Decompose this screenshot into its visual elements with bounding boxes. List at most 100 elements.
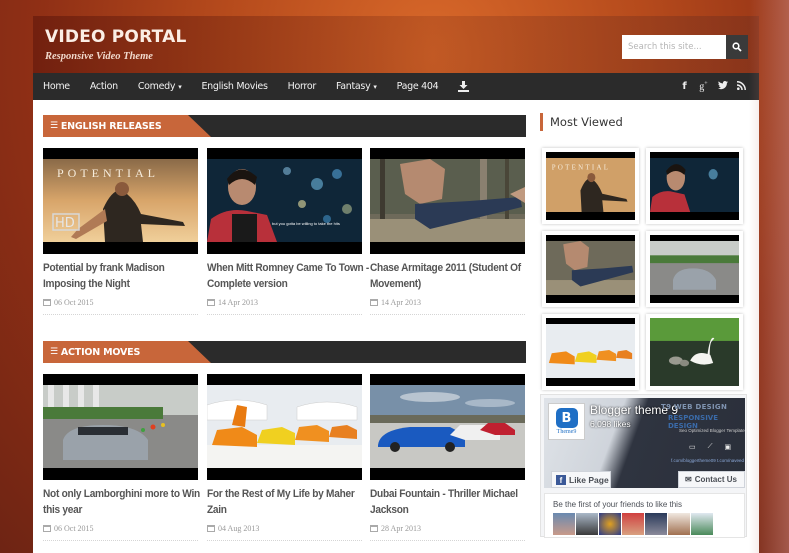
most-viewed-item[interactable]: POTENTIAL xyxy=(542,148,639,224)
friend-avatars xyxy=(553,513,713,535)
post-title[interactable]: Chase Armitage 2011 (Student Of Movement) xyxy=(370,261,521,292)
facebook-icon[interactable]: f xyxy=(675,81,694,92)
post-thumbnail[interactable] xyxy=(43,374,198,480)
post-thumbnail[interactable]: POTENTIAL HD xyxy=(43,148,198,254)
nav-item-page-404[interactable]: Page 404 xyxy=(387,73,449,100)
section-header-english-releases: ☰ ENGLISH RELEASES xyxy=(43,115,526,137)
section-tab[interactable]: ☰ ACTION MOVES xyxy=(43,341,211,363)
avatar[interactable] xyxy=(553,513,575,535)
search-input[interactable] xyxy=(622,35,726,59)
blogger-icon: B xyxy=(555,408,578,428)
rss-icon[interactable] xyxy=(732,80,751,93)
avatar[interactable] xyxy=(599,513,621,535)
divider xyxy=(43,540,198,541)
most-viewed-item[interactable] xyxy=(646,231,743,307)
thumb-lambo-road xyxy=(650,241,739,295)
calendar-icon xyxy=(43,524,51,532)
divider xyxy=(370,314,525,315)
thumb-potential: POTENTIAL xyxy=(546,158,635,212)
most-viewed-title: Most Viewed xyxy=(540,113,623,131)
post-date: 06 Oct 2015 xyxy=(43,296,198,308)
post-date: 04 Aug 2013 xyxy=(207,522,362,534)
thumb-potential: POTENTIAL HD xyxy=(43,159,198,242)
avatar[interactable] xyxy=(576,513,598,535)
thumb-lambo-hangar xyxy=(207,385,362,468)
thumb-chase xyxy=(546,241,635,295)
facebook-cover[interactable]: B Theme9 Blogger theme 9 6,098 likes T9 … xyxy=(544,398,745,488)
post-title[interactable]: Dubai Fountain - Thriller Michael Jackson xyxy=(370,487,518,518)
thumb-blue-car xyxy=(370,385,525,468)
post-title[interactable]: Not only Lamborghini more to Win this yea… xyxy=(43,487,200,518)
site-title[interactable]: VIDEO PORTAL xyxy=(45,27,186,47)
calendar-icon xyxy=(370,524,378,532)
post-thumbnail[interactable]: but you gotta be willing to take the hit… xyxy=(207,148,362,254)
divider xyxy=(43,314,198,315)
envelope-icon: ✉ xyxy=(685,475,692,484)
cover-tagline: Seo Optimized Blogger Template xyxy=(679,428,745,433)
avatar[interactable] xyxy=(622,513,644,535)
svg-text:POTENTIAL: POTENTIAL xyxy=(552,162,611,172)
section-header-action-moves: ☰ ACTION MOVES xyxy=(43,341,526,363)
cover-icons: ▭ ⟋ ▣ xyxy=(689,443,731,451)
like-page-button[interactable]: f Like Page xyxy=(551,471,611,488)
nav-item-comedy[interactable]: Comedy ▾ xyxy=(128,73,192,100)
post-date: 14 Apr 2013 xyxy=(207,296,362,308)
nav-item-action[interactable]: Action xyxy=(80,73,128,100)
friends-text: Be the first of your friends to like thi… xyxy=(553,500,682,509)
post-thumbnail[interactable] xyxy=(370,374,525,480)
nav-item-english-movies[interactable]: English Movies xyxy=(191,73,277,100)
google-plus-icon[interactable]: g+ xyxy=(694,81,713,92)
facebook-friends-box: Be the first of your friends to like thi… xyxy=(544,493,745,538)
image-icon: ▣ xyxy=(724,444,732,451)
list-icon: ☰ xyxy=(50,121,58,131)
most-viewed-item[interactable] xyxy=(542,314,639,390)
avatar[interactable] xyxy=(668,513,690,535)
monitor-icon: ▭ xyxy=(689,444,696,451)
post-date: 06 Oct 2015 xyxy=(43,522,198,534)
divider xyxy=(370,540,525,541)
thumb-lambo-road xyxy=(43,385,198,468)
post-date: 28 Apr 2013 xyxy=(370,522,525,534)
post-card: POTENTIAL HD Potential by frank Madison I… xyxy=(43,148,198,315)
most-viewed-item[interactable] xyxy=(542,231,639,307)
section-tab[interactable]: ☰ ENGLISH RELEASES xyxy=(43,115,211,137)
facebook-like-count: 6,098 likes xyxy=(590,419,631,429)
calendar-icon xyxy=(43,298,51,306)
twitter-icon[interactable] xyxy=(713,80,732,93)
post-thumbnail[interactable] xyxy=(207,374,362,480)
post-title[interactable]: Potential by frank Madison Imposing the N… xyxy=(43,261,186,292)
post-title[interactable]: For the Rest of My Life by Maher Zain xyxy=(207,487,355,518)
most-viewed-item[interactable] xyxy=(646,314,743,390)
post-card: Dubai Fountain - Thriller Michael Jackson… xyxy=(370,374,525,541)
nav-item-horror[interactable]: Horror xyxy=(278,73,326,100)
search-form xyxy=(622,35,748,59)
nav-item-fantasy[interactable]: Fantasy ▾ xyxy=(326,73,387,100)
divider xyxy=(207,314,362,315)
list-icon: ☰ xyxy=(50,347,58,357)
svg-text:POTENTIAL: POTENTIAL xyxy=(57,166,159,180)
nav-item-download[interactable] xyxy=(448,73,479,100)
cover-links: f.com/bloggertheme09 t.com/naveed xyxy=(671,458,745,463)
calendar-icon xyxy=(370,298,378,306)
content-area: ☰ ENGLISH RELEASES POTENTIAL HD Potentia… xyxy=(33,100,759,553)
post-card: but you gotta be willing to take the hit… xyxy=(207,148,369,315)
facebook-page-logo[interactable]: B Theme9 xyxy=(548,403,585,440)
calendar-icon xyxy=(207,298,215,306)
thumb-chase xyxy=(370,159,525,242)
post-thumbnail[interactable] xyxy=(370,148,525,254)
nav-item-home[interactable]: Home xyxy=(33,73,80,100)
facebook-page-widget: B Theme9 Blogger theme 9 6,098 likes T9 … xyxy=(540,394,747,538)
chevron-down-icon: ▾ xyxy=(178,82,182,91)
avatar[interactable] xyxy=(691,513,713,535)
post-date: 14 Apr 2013 xyxy=(370,296,525,308)
search-icon xyxy=(732,42,742,52)
most-viewed-item[interactable] xyxy=(646,148,743,224)
svg-text:but you gotta be willing to ta: but you gotta be willing to take the hit… xyxy=(272,221,340,226)
avatar[interactable] xyxy=(645,513,667,535)
post-title[interactable]: When Mitt Romney Came To Town - Complete … xyxy=(207,261,369,292)
search-button[interactable] xyxy=(726,35,748,59)
contact-us-button[interactable]: ✉ Contact Us xyxy=(678,471,745,488)
divider xyxy=(207,540,362,541)
thumb-romney xyxy=(650,158,739,212)
svg-text:HD: HD xyxy=(55,216,75,231)
